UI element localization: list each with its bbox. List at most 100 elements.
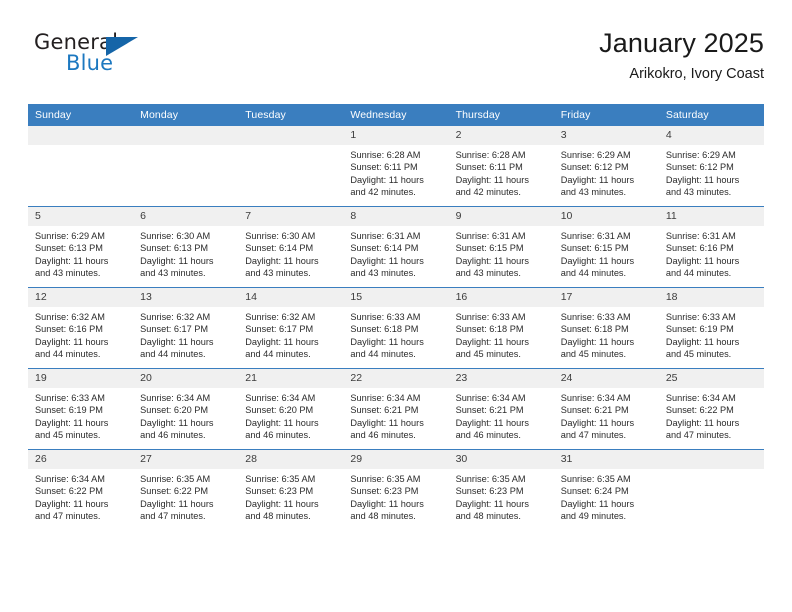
- day-detail-line: Sunrise: 6:35 AM: [140, 474, 211, 484]
- day-details: Sunrise: 6:30 AM Sunset: 6:14 PM Daylight:…: [238, 226, 343, 280]
- day-detail-line: and 43 minutes.: [35, 268, 101, 279]
- title-block: January 2025 Arikokro, Ivory Coast: [599, 26, 764, 83]
- day-detail-line: Sunrise: 6:28 AM: [455, 150, 526, 160]
- day-detail-line: Sunrise: 6:34 AM: [245, 393, 316, 403]
- day-detail-line: Daylight: 11 hours: [245, 336, 319, 347]
- calendar-day-cell[interactable]: 30 Sunrise: 6:35 AM Sunset: 6:23 PM Dayligh…: [448, 449, 554, 530]
- calendar-day-cell[interactable]: 25 Sunrise: 6:34 AM Sunset: 6:22 PM Dayligh…: [658, 368, 764, 450]
- calendar-day-cell[interactable]: 6 Sunrise: 6:30 AM Sunset: 6:13 PM Daylight…: [133, 206, 239, 288]
- day-detail-line: Daylight: 11 hours: [350, 498, 424, 509]
- calendar-day-cell[interactable]: 31 Sunrise: 6:35 AM Sunset: 6:24 PM Dayligh…: [553, 449, 659, 530]
- day-detail-line: Sunrise: 6:31 AM: [455, 231, 526, 241]
- calendar-week-row: 12 Sunrise: 6:32 AM Sunset: 6:16 PM Dayligh…: [28, 287, 764, 369]
- day-detail-line: Sunrise: 6:31 AM: [350, 231, 421, 241]
- day-detail-line: Sunset: 6:24 PM: [560, 486, 629, 497]
- calendar-day-cell[interactable]: 16 Sunrise: 6:33 AM Sunset: 6:18 PM Dayligh…: [448, 287, 554, 369]
- calendar-day-cell[interactable]: 10 Sunrise: 6:31 AM Sunset: 6:15 PM Dayligh…: [553, 206, 659, 288]
- day-number: 18: [658, 288, 764, 307]
- day-details: Sunrise: 6:34 AM Sunset: 6:21 PM Daylight:…: [343, 388, 448, 442]
- day-detail-line: Daylight: 11 hours: [140, 498, 214, 509]
- day-detail-line: Daylight: 11 hours: [455, 174, 529, 185]
- day-details: Sunrise: 6:35 AM Sunset: 6:24 PM Daylight:…: [554, 469, 659, 523]
- day-detail-line: Daylight: 11 hours: [455, 336, 529, 347]
- day-detail-line: and 45 minutes.: [665, 349, 732, 360]
- brand-logo[interactable]: General Blue: [34, 30, 154, 86]
- day-detail-line: Daylight: 11 hours: [35, 498, 109, 509]
- calendar-day-cell[interactable]: 14 Sunrise: 6:32 AM Sunset: 6:17 PM Dayligh…: [238, 287, 344, 369]
- calendar-day-cell[interactable]: 17 Sunrise: 6:33 AM Sunset: 6:18 PM Dayligh…: [553, 287, 659, 369]
- calendar-day-cell[interactable]: 4 Sunrise: 6:29 AM Sunset: 6:12 PM Daylight…: [658, 126, 764, 207]
- day-detail-line: Sunrise: 6:34 AM: [665, 393, 736, 403]
- weekday-header-wednesday: Wednesday: [343, 104, 449, 126]
- calendar-day-cell[interactable]: 27 Sunrise: 6:35 AM Sunset: 6:22 PM Dayligh…: [133, 449, 239, 530]
- calendar-day-cell[interactable]: 21 Sunrise: 6:34 AM Sunset: 6:20 PM Dayligh…: [238, 368, 344, 450]
- day-number: 3: [553, 126, 659, 145]
- day-detail-line: Sunrise: 6:29 AM: [665, 150, 736, 160]
- day-detail-line: Sunset: 6:13 PM: [35, 243, 103, 254]
- day-details: Sunrise: 6:34 AM Sunset: 6:22 PM Daylight:…: [659, 388, 764, 442]
- day-detail-line: Daylight: 11 hours: [560, 336, 635, 347]
- day-detail-line: Sunrise: 6:31 AM: [560, 231, 631, 241]
- calendar-day-cell[interactable]: 20 Sunrise: 6:34 AM Sunset: 6:20 PM Dayligh…: [133, 368, 239, 450]
- day-detail-line: Sunset: 6:19 PM: [35, 405, 103, 416]
- calendar-day-cell[interactable]: 22 Sunrise: 6:34 AM Sunset: 6:21 PM Dayligh…: [343, 368, 449, 450]
- weekday-header-monday: Monday: [133, 104, 239, 126]
- day-details: Sunrise: 6:28 AM Sunset: 6:11 PM Daylight:…: [343, 145, 448, 199]
- day-detail-line: and 44 minutes.: [245, 349, 311, 360]
- weekday-header-thursday: Thursday: [448, 104, 554, 126]
- calendar-day-cell[interactable]: 28 Sunrise: 6:35 AM Sunset: 6:23 PM Dayligh…: [238, 449, 344, 530]
- day-details: [238, 145, 343, 149]
- day-detail-line: and 44 minutes.: [140, 349, 206, 360]
- day-detail-line: Sunrise: 6:33 AM: [665, 312, 736, 322]
- weekday-header-saturday: Saturday: [658, 104, 764, 126]
- calendar-day-cell[interactable]: 15 Sunrise: 6:33 AM Sunset: 6:18 PM Dayligh…: [343, 287, 449, 369]
- day-detail-line: and 48 minutes.: [455, 511, 521, 522]
- calendar-day-cell[interactable]: 11 Sunrise: 6:31 AM Sunset: 6:16 PM Dayligh…: [658, 206, 764, 288]
- day-number: 25: [658, 369, 764, 388]
- day-detail-line: Daylight: 11 hours: [245, 417, 319, 428]
- day-detail-line: Sunset: 6:21 PM: [350, 405, 419, 416]
- calendar-day-cell[interactable]: 3 Sunrise: 6:29 AM Sunset: 6:12 PM Daylight…: [553, 126, 659, 207]
- day-details: Sunrise: 6:32 AM Sunset: 6:16 PM Daylight:…: [28, 307, 133, 361]
- calendar-day-cell[interactable]: 29 Sunrise: 6:35 AM Sunset: 6:23 PM Dayligh…: [343, 449, 449, 530]
- calendar-day-cell[interactable]: 1 Sunrise: 6:28 AM Sunset: 6:11 PM Daylight…: [343, 126, 449, 207]
- day-detail-line: Sunrise: 6:34 AM: [350, 393, 421, 403]
- calendar-day-cell[interactable]: 13 Sunrise: 6:32 AM Sunset: 6:17 PM Dayligh…: [133, 287, 239, 369]
- calendar-day-cell[interactable]: 26 Sunrise: 6:34 AM Sunset: 6:22 PM Dayligh…: [28, 449, 134, 530]
- day-detail-line: Sunset: 6:12 PM: [665, 162, 734, 173]
- day-detail-line: Sunset: 6:23 PM: [455, 486, 524, 497]
- day-detail-line: Sunset: 6:11 PM: [455, 162, 523, 173]
- day-detail-line: Sunrise: 6:33 AM: [455, 312, 526, 322]
- day-detail-line: Sunset: 6:17 PM: [140, 324, 209, 335]
- calendar-day-cell[interactable]: 9 Sunrise: 6:31 AM Sunset: 6:15 PM Daylight…: [448, 206, 554, 288]
- day-details: Sunrise: 6:33 AM Sunset: 6:19 PM Daylight:…: [659, 307, 764, 361]
- day-detail-line: Sunrise: 6:35 AM: [455, 474, 526, 484]
- calendar-page: General Blue January 2025 Arikokro, Ivor…: [0, 0, 792, 612]
- day-detail-line: Sunrise: 6:33 AM: [560, 312, 631, 322]
- calendar-day-cell[interactable]: 12 Sunrise: 6:32 AM Sunset: 6:16 PM Dayligh…: [28, 287, 134, 369]
- day-details: Sunrise: 6:35 AM Sunset: 6:23 PM Daylight:…: [343, 469, 448, 523]
- day-number: 14: [238, 288, 344, 307]
- day-detail-line: and 45 minutes.: [35, 430, 101, 441]
- weekday-header-friday: Friday: [553, 104, 659, 126]
- day-number: 20: [133, 369, 239, 388]
- day-detail-line: Daylight: 11 hours: [140, 417, 214, 428]
- calendar-day-cell[interactable]: 19 Sunrise: 6:33 AM Sunset: 6:19 PM Dayligh…: [28, 368, 134, 450]
- calendar-day-cell[interactable]: 5 Sunrise: 6:29 AM Sunset: 6:13 PM Daylight…: [28, 206, 134, 288]
- calendar-day-cell[interactable]: 8 Sunrise: 6:31 AM Sunset: 6:14 PM Daylight…: [343, 206, 449, 288]
- day-details: Sunrise: 6:33 AM Sunset: 6:18 PM Daylight:…: [554, 307, 659, 361]
- day-detail-line: and 43 minutes.: [560, 187, 627, 198]
- day-number: 26: [28, 450, 134, 469]
- day-number: 28: [238, 450, 344, 469]
- day-detail-line: Sunset: 6:23 PM: [245, 486, 314, 497]
- calendar-day-cell[interactable]: 23 Sunrise: 6:34 AM Sunset: 6:21 PM Dayligh…: [448, 368, 554, 450]
- day-detail-line: Sunrise: 6:35 AM: [245, 474, 316, 484]
- calendar-day-cell[interactable]: 7 Sunrise: 6:30 AM Sunset: 6:14 PM Daylight…: [238, 206, 344, 288]
- calendar-day-cell[interactable]: 18 Sunrise: 6:33 AM Sunset: 6:19 PM Dayligh…: [658, 287, 764, 369]
- day-detail-line: Daylight: 11 hours: [245, 498, 319, 509]
- calendar-day-cell[interactable]: 24 Sunrise: 6:34 AM Sunset: 6:21 PM Dayligh…: [553, 368, 659, 450]
- day-details: Sunrise: 6:31 AM Sunset: 6:15 PM Daylight:…: [554, 226, 659, 280]
- calendar-day-cell[interactable]: 2 Sunrise: 6:28 AM Sunset: 6:11 PM Daylight…: [448, 126, 554, 207]
- day-details: [28, 145, 133, 149]
- day-detail-line: Daylight: 11 hours: [665, 417, 740, 428]
